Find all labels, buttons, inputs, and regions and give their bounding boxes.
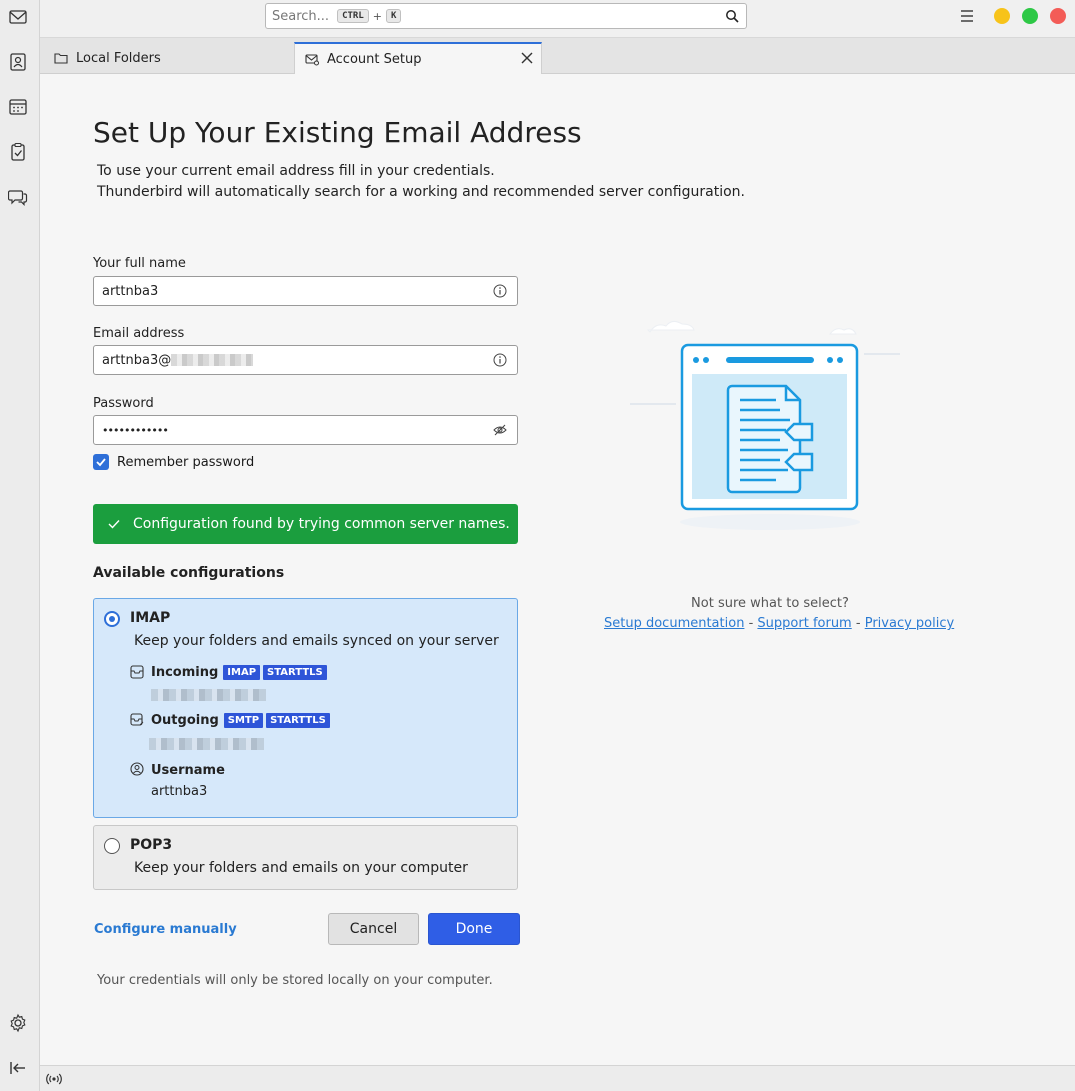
available-configurations-heading: Available configurations bbox=[93, 565, 285, 581]
imap-title: IMAP bbox=[130, 610, 171, 626]
checkmark-icon bbox=[108, 520, 120, 529]
security-badge: STARTTLS bbox=[266, 713, 330, 728]
tab-local-folders[interactable]: Local Folders bbox=[44, 42, 294, 74]
outgoing-server-redacted bbox=[149, 738, 264, 750]
account-setup-page: Set Up Your Existing Email Address To us… bbox=[40, 74, 1075, 1064]
support-forum-link[interactable]: Support forum bbox=[757, 616, 851, 631]
title-bar: Search... CTRL + K bbox=[0, 0, 1075, 38]
minimize-button[interactable] bbox=[994, 8, 1010, 24]
outgoing-label: Outgoing SMTP STARTTLS bbox=[151, 713, 330, 728]
password-field[interactable]: •••••••••••• bbox=[93, 415, 518, 445]
status-bar bbox=[40, 1065, 1075, 1091]
online-status-icon[interactable] bbox=[46, 1071, 62, 1087]
incoming-server-redacted bbox=[151, 689, 266, 701]
checkbox-checked[interactable] bbox=[93, 454, 109, 470]
remember-password-checkbox[interactable]: Remember password bbox=[93, 454, 254, 470]
success-message: Configuration found by trying common ser… bbox=[133, 516, 510, 532]
incoming-server-icon bbox=[130, 665, 144, 679]
imap-description: Keep your folders and emails synced on y… bbox=[134, 633, 499, 649]
imap-radio[interactable] bbox=[104, 611, 120, 627]
username-value: arttnba3 bbox=[151, 784, 208, 799]
help-question: Not sure what to select? bbox=[691, 596, 849, 611]
address-book-icon[interactable] bbox=[8, 52, 28, 72]
tasks-icon[interactable] bbox=[8, 142, 28, 162]
maximize-button[interactable] bbox=[1022, 8, 1038, 24]
account-setup-illustration bbox=[630, 320, 900, 530]
incoming-label: Incoming IMAP STARTTLS bbox=[151, 665, 327, 680]
pop3-title: POP3 bbox=[130, 837, 173, 853]
setup-documentation-link[interactable]: Setup documentation bbox=[604, 616, 744, 631]
username-label: Username bbox=[151, 763, 225, 778]
page-title: Set Up Your Existing Email Address bbox=[93, 116, 582, 149]
cancel-button[interactable]: Cancel bbox=[328, 913, 419, 945]
tab-account-setup[interactable]: Account Setup bbox=[294, 42, 542, 74]
email-label: Email address bbox=[93, 326, 185, 341]
shortcut-key-k: K bbox=[385, 9, 402, 23]
calendar-icon[interactable] bbox=[8, 97, 28, 117]
folder-icon bbox=[54, 53, 68, 64]
outgoing-server-icon bbox=[130, 713, 144, 726]
remember-password-label: Remember password bbox=[117, 454, 255, 470]
full-name-label: Your full name bbox=[93, 256, 186, 271]
info-icon[interactable] bbox=[493, 284, 507, 298]
password-value: •••••••••••• bbox=[102, 423, 169, 437]
menu-icon[interactable] bbox=[958, 9, 976, 23]
user-icon bbox=[130, 762, 144, 776]
checkmark-icon bbox=[96, 458, 106, 467]
pop3-option[interactable]: POP3 Keep your folders and emails on you… bbox=[93, 825, 518, 890]
tab-label: Account Setup bbox=[327, 51, 422, 67]
password-label: Password bbox=[93, 396, 154, 411]
spaces-toolbar bbox=[0, 0, 40, 1091]
link-separator: - bbox=[855, 616, 861, 631]
redacted-domain bbox=[171, 354, 254, 366]
protocol-badge: IMAP bbox=[223, 665, 261, 680]
chat-icon[interactable] bbox=[8, 187, 28, 207]
tab-bar: Local Folders Account Setup bbox=[40, 38, 1075, 74]
email-field[interactable]: arttnba3@ bbox=[93, 345, 518, 375]
help-links: Setup documentation - Support forum - Pr… bbox=[604, 616, 954, 631]
page-description-2: Thunderbird will automatically search fo… bbox=[97, 184, 745, 200]
outgoing-label-text: Outgoing bbox=[151, 713, 219, 728]
incoming-label-text: Incoming bbox=[151, 665, 219, 680]
hide-password-icon[interactable] bbox=[493, 423, 507, 437]
search-input[interactable]: Search... CTRL + K bbox=[265, 3, 747, 29]
close-window-button[interactable] bbox=[1050, 8, 1066, 24]
full-name-field[interactable]: arttnba3 bbox=[93, 276, 518, 306]
search-placeholder: Search... bbox=[272, 8, 330, 24]
imap-option[interactable]: IMAP Keep your folders and emails synced… bbox=[93, 598, 518, 818]
search-icon[interactable] bbox=[725, 9, 739, 23]
close-tab-icon[interactable] bbox=[521, 52, 533, 64]
pop3-description: Keep your folders and emails on your com… bbox=[134, 860, 468, 876]
mail-settings-icon bbox=[305, 54, 319, 66]
page-description-1: To use your current email address fill i… bbox=[97, 163, 495, 179]
shortcut-key-ctrl: CTRL bbox=[337, 9, 369, 23]
configure-manually-link[interactable]: Configure manually bbox=[94, 922, 237, 937]
privacy-policy-link[interactable]: Privacy policy bbox=[865, 616, 954, 631]
security-badge: STARTTLS bbox=[263, 665, 327, 680]
collapse-icon[interactable] bbox=[8, 1058, 28, 1078]
mail-icon[interactable] bbox=[8, 7, 28, 27]
credentials-note: Your credentials will only be stored loc… bbox=[97, 973, 493, 988]
settings-icon[interactable] bbox=[8, 1013, 28, 1033]
info-icon[interactable] bbox=[493, 353, 507, 367]
link-separator: - bbox=[748, 616, 754, 631]
full-name-value: arttnba3 bbox=[102, 283, 159, 299]
success-notification: Configuration found by trying common ser… bbox=[93, 504, 518, 544]
pop3-radio[interactable] bbox=[104, 838, 120, 854]
done-button[interactable]: Done bbox=[428, 913, 520, 945]
protocol-badge: SMTP bbox=[223, 713, 264, 728]
tab-label: Local Folders bbox=[76, 50, 161, 66]
email-value: arttnba3@ bbox=[102, 352, 172, 368]
shortcut-plus: + bbox=[372, 9, 382, 23]
